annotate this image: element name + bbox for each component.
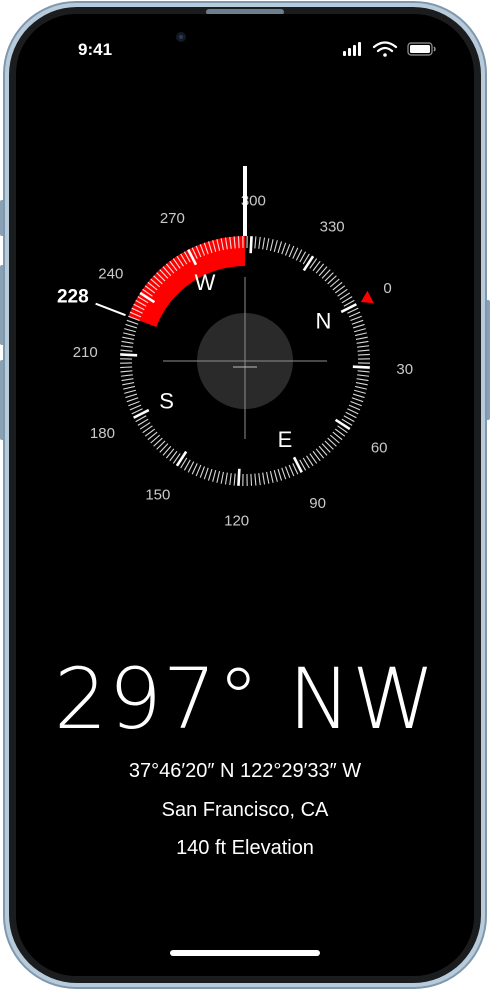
elevation-text: 140 ft Elevation xyxy=(0,837,490,860)
status-time: 9:41 xyxy=(78,40,138,60)
heading-readout: 297° NW xyxy=(0,650,490,748)
coordinates-text: 37°46′20″ N 122°29′33″ W xyxy=(0,760,490,783)
location-text: San Francisco, CA xyxy=(0,799,490,822)
home-indicator[interactable] xyxy=(170,950,320,956)
iphone-device: 0306090120150180210240270300330NESW228 9… xyxy=(0,0,490,990)
